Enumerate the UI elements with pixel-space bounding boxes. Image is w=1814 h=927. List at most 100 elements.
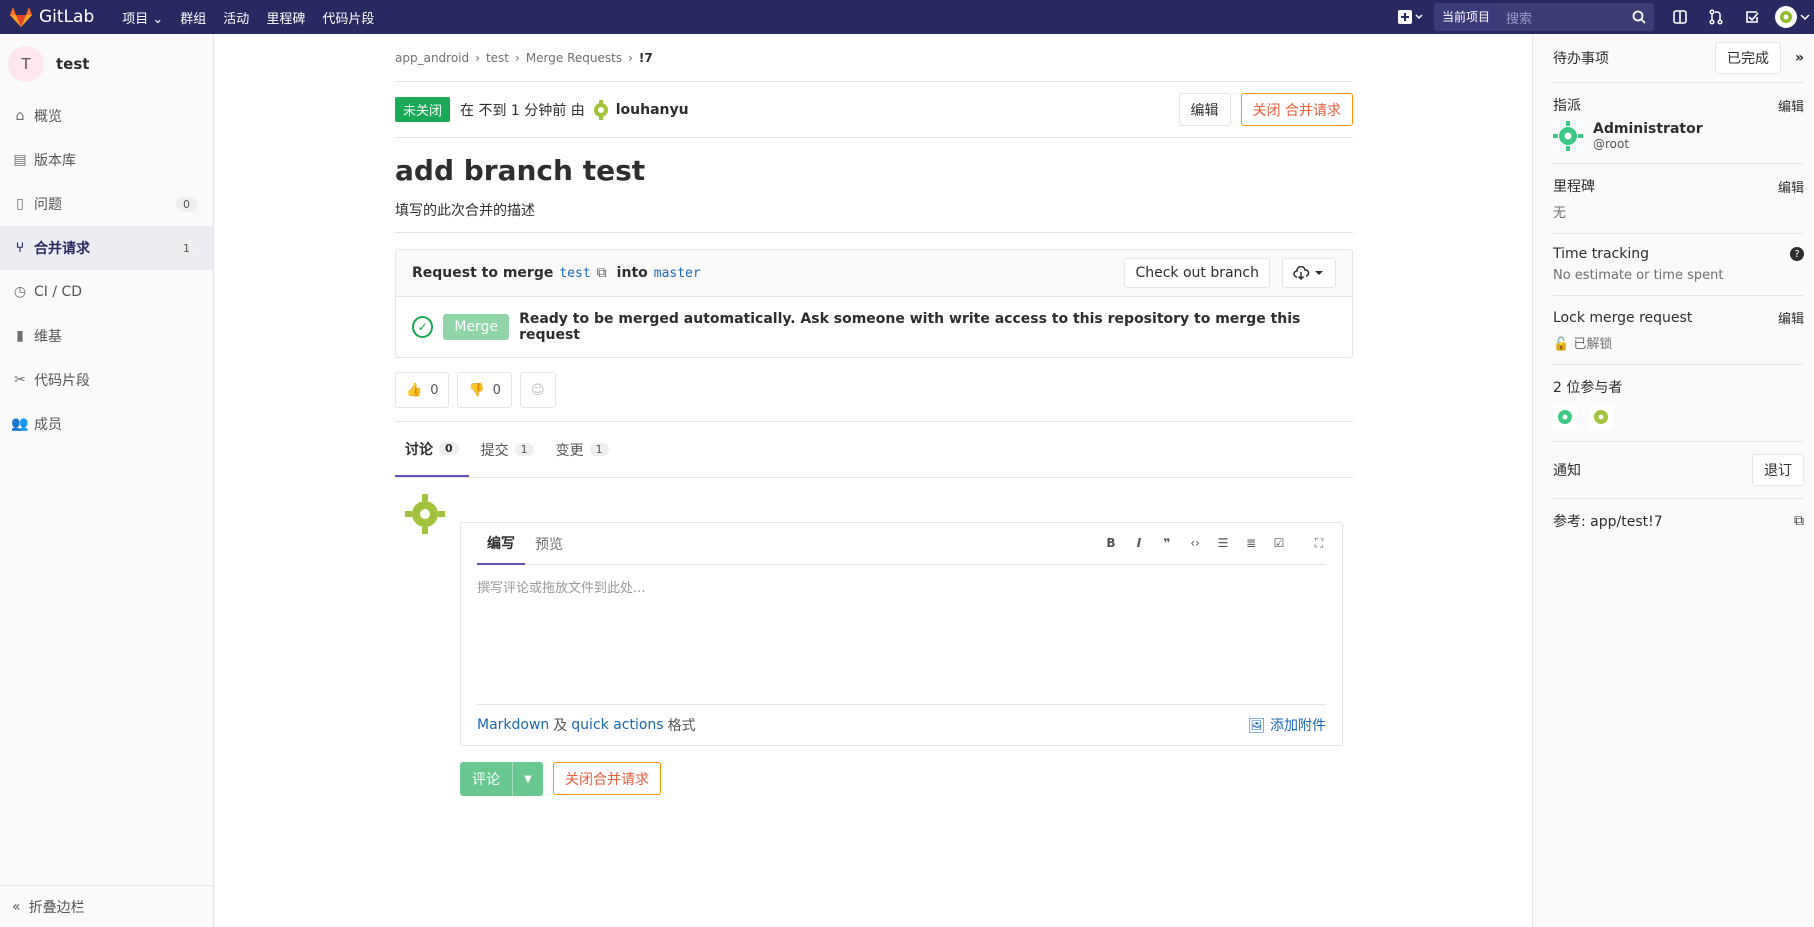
tab-discussion[interactable]: 讨论 0 — [395, 422, 469, 477]
thumbs-down-button[interactable]: 👎 0 — [457, 372, 512, 408]
search-input[interactable]: 搜索 — [1498, 3, 1654, 31]
write-tab[interactable]: 编写 — [477, 523, 525, 565]
bold-icon[interactable]: B — [1104, 536, 1118, 551]
search-scope[interactable]: 当前项目 — [1433, 3, 1498, 31]
task-list-icon[interactable]: ☑ — [1272, 536, 1286, 551]
lock-value: 已解锁 — [1573, 337, 1613, 352]
reference-text: 参考: app/test!7 — [1553, 514, 1663, 530]
quote-icon[interactable]: ❞ — [1160, 536, 1174, 551]
check-out-branch-button[interactable]: Check out branch — [1124, 258, 1270, 288]
doc-icon: ▤ — [13, 152, 27, 168]
help-icon[interactable]: ? — [1790, 247, 1804, 261]
mr-header: 未关闭 在 不到 1 分钟前 由 louhanyu 编辑 关闭 合并请求 — [395, 82, 1353, 138]
assignee-edit-link[interactable]: 编辑 — [1778, 96, 1804, 115]
assignee-name[interactable]: Administrator — [1593, 121, 1703, 137]
merge-requests-icon[interactable] — [1698, 0, 1734, 34]
sidebar-item-wiki[interactable]: ▮ 维基 — [0, 314, 213, 358]
breadcrumb-project[interactable]: test — [486, 51, 509, 65]
cloud-download-icon — [1293, 266, 1323, 280]
sidebar-item-label: CI / CD — [34, 284, 83, 300]
download-dropdown[interactable] — [1282, 258, 1336, 288]
breadcrumb-namespace[interactable]: app_android — [395, 51, 469, 65]
quick-actions-link[interactable]: quick actions — [571, 717, 663, 733]
sidebar-item-overview[interactable]: ⌂ 概览 — [0, 94, 213, 138]
top-navbar: GitLab 项目 ⌄ 群组 活动 里程碑 代码片段 当前项目 搜索 — [0, 0, 1814, 34]
edit-button[interactable]: 编辑 — [1178, 93, 1231, 126]
source-branch[interactable]: test — [559, 266, 590, 281]
project-name: test — [56, 55, 90, 73]
copy-reference-icon[interactable]: ⧉ — [1794, 513, 1804, 529]
breadcrumb-current[interactable]: !7 — [639, 51, 653, 65]
nav-projects[interactable]: 项目 ⌄ — [122, 8, 163, 27]
sidebar-item-members[interactable]: 👥 成员 — [0, 402, 213, 446]
participant-avatar[interactable] — [1589, 405, 1613, 429]
comment-button[interactable]: 评论 ▼ — [460, 762, 543, 796]
nav-milestones[interactable]: 里程碑 — [266, 8, 305, 27]
lock-block: Lock merge request 编辑 🔓 已解锁 — [1553, 296, 1804, 365]
markdown-link[interactable]: Markdown — [477, 717, 549, 733]
current-user-avatar[interactable] — [405, 494, 445, 534]
bullet-list-icon[interactable]: ☰ — [1216, 536, 1230, 551]
image-icon: 🖼 — [1247, 718, 1266, 734]
project-header[interactable]: T test — [0, 34, 213, 94]
comment-editor: 编写 预览 B I ❞ ‹› ☰ ≣ ☑ ⛶ 撰写评论或拖放文件到此处... M… — [460, 522, 1343, 746]
tab-commits[interactable]: 提交 1 — [471, 422, 544, 477]
sidebar-item-snippets[interactable]: ✂ 代码片段 — [0, 358, 213, 402]
project-sidebar: T test ⌂ 概览 ▤ 版本库 ▯ 问题 0 ⑂ 合并请求 1 ◷ CI /… — [0, 34, 214, 927]
sidebar-item-issues[interactable]: ▯ 问题 0 — [0, 182, 213, 226]
gitlab-logo[interactable]: GitLab — [10, 7, 94, 27]
todo-done-button[interactable]: 已完成 — [1714, 42, 1781, 74]
collapse-right-sidebar-icon[interactable]: » — [1795, 50, 1804, 66]
reference-block: 参考: app/test!7 ⧉ — [1553, 499, 1804, 543]
unlock-icon: 🔓 — [1553, 337, 1570, 352]
tab-label: 讨论 — [405, 441, 433, 458]
unsubscribe-button[interactable]: 退订 — [1752, 454, 1804, 486]
user-avatar[interactable] — [1770, 0, 1814, 34]
assignee-avatar[interactable] — [1553, 121, 1583, 151]
todos-icon[interactable] — [1734, 0, 1770, 34]
nav-snippets[interactable]: 代码片段 — [322, 8, 374, 27]
target-branch[interactable]: master — [654, 266, 701, 281]
sidebar-item-repository[interactable]: ▤ 版本库 — [0, 138, 213, 182]
close-mr-bottom-button[interactable]: 关闭合并请求 — [553, 762, 661, 795]
author-name[interactable]: louhanyu — [616, 102, 689, 118]
comment-placeholder: 撰写评论或拖放文件到此处... — [477, 581, 646, 596]
format-text: 格式 — [667, 718, 696, 734]
sidebar-item-merge-requests[interactable]: ⑂ 合并请求 1 — [0, 226, 213, 270]
fullscreen-icon[interactable]: ⛶ — [1312, 536, 1326, 551]
merge-button[interactable]: Merge — [443, 314, 510, 340]
tab-count: 1 — [514, 443, 534, 456]
assignee-label: 指派 — [1553, 98, 1581, 114]
participant-avatar[interactable] — [1553, 405, 1577, 429]
collapse-sidebar-button[interactable]: « 折叠边栏 — [0, 885, 214, 927]
preview-tab[interactable]: 预览 — [525, 523, 573, 565]
thumbs-up-count: 0 — [430, 382, 439, 398]
nav-activity[interactable]: 活动 — [223, 8, 249, 27]
thumbs-up-button[interactable]: 👍 0 — [395, 372, 450, 408]
caret-down-icon[interactable]: ▼ — [513, 774, 543, 785]
copy-branch-icon[interactable]: ⧉ — [597, 265, 607, 281]
milestone-edit-link[interactable]: 编辑 — [1778, 177, 1804, 196]
comment-textarea[interactable]: 撰写评论或拖放文件到此处... — [477, 565, 1326, 705]
nav-groups[interactable]: 群组 — [180, 8, 206, 27]
numbered-list-icon[interactable]: ≣ — [1244, 536, 1258, 551]
sidebar-item-label: 维基 — [34, 329, 62, 345]
smiley-icon: ☺ — [530, 382, 545, 398]
attach-file-button[interactable]: 🖼 添加附件 — [1248, 715, 1326, 735]
code-icon[interactable]: ‹› — [1188, 536, 1202, 551]
scissors-icon: ✂ — [14, 372, 26, 388]
add-reaction-button[interactable]: ☺ — [519, 372, 556, 408]
close-merge-request-button[interactable]: 关闭 合并请求 — [1240, 93, 1353, 126]
author-avatar[interactable] — [590, 99, 611, 120]
notifications-block: 通知 退订 — [1553, 442, 1804, 499]
time-tracking-label: Time tracking — [1553, 246, 1649, 262]
italic-icon[interactable]: I — [1132, 536, 1146, 551]
new-item-plus-icon[interactable] — [1392, 0, 1428, 34]
sidebar-toggle-icon[interactable] — [1662, 0, 1698, 34]
tab-label: 提交 — [480, 442, 509, 459]
breadcrumb-merge-requests[interactable]: Merge Requests — [526, 51, 622, 65]
tab-changes[interactable]: 变更 1 — [546, 422, 619, 477]
lock-edit-link[interactable]: 编辑 — [1778, 308, 1804, 327]
home-icon: ⌂ — [15, 108, 25, 124]
sidebar-item-ci-cd[interactable]: ◷ CI / CD — [0, 270, 213, 314]
